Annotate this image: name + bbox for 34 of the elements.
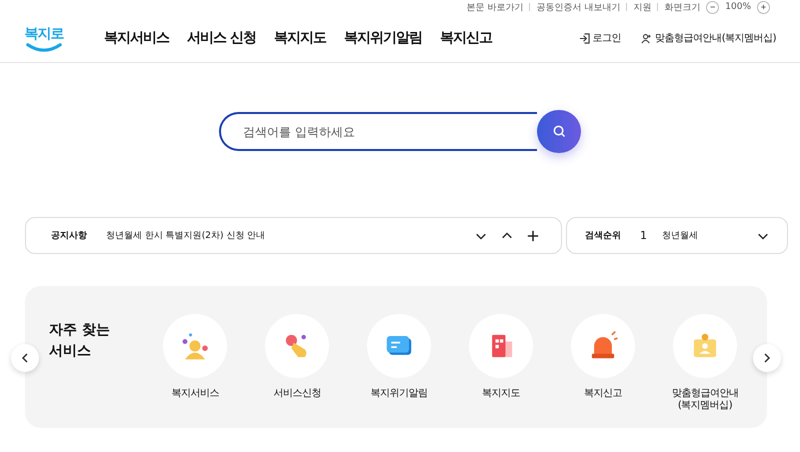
service-link[interactable]: 복지신고: [584, 388, 622, 400]
section-title: 자주 찾는 서비스: [49, 321, 111, 361]
nav-link[interactable]: 복지신고: [440, 29, 492, 47]
rank-label: 검색순위: [585, 230, 622, 242]
nav-link[interactable]: 복지지도: [274, 29, 326, 47]
service-link[interactable]: 복지지도: [482, 388, 520, 400]
service-link[interactable]: 맞춤형급여안내 (복지멤버십): [672, 388, 738, 412]
search-icon: [552, 124, 566, 139]
utility-link[interactable]: 공동인증서 내보내기: [536, 0, 620, 14]
rank-number: 1: [640, 229, 648, 242]
utility-link[interactable]: 지원: [633, 0, 652, 14]
plus-icon[interactable]: [527, 230, 539, 242]
service-link[interactable]: 복지서비스: [171, 388, 219, 400]
next-button[interactable]: [753, 344, 781, 372]
notice-link[interactable]: 청년월세 한시 특별지원(2차) 신청 안내: [106, 229, 266, 242]
increase-button[interactable]: +: [757, 0, 770, 14]
service-link[interactable]: 서비스신청: [273, 388, 321, 400]
login-icon: [578, 32, 590, 44]
utility-link[interactable]: 본문 바로가기: [466, 0, 524, 14]
user-add-icon: [641, 32, 652, 44]
font-size-label: 화면크기: [664, 2, 700, 14]
rank-term[interactable]: 청년월세: [662, 229, 698, 242]
nav-link[interactable]: 복지위기알림: [344, 29, 422, 47]
font-size-value: 100%: [725, 2, 751, 12]
search-field[interactable]: 검색어를 입력하세요: [219, 112, 537, 151]
decrease-button[interactable]: −: [706, 0, 720, 14]
nav-link[interactable]: 서비스 신청: [187, 29, 256, 47]
previous-button[interactable]: [11, 344, 39, 372]
nav-link[interactable]: 복지서비스: [104, 29, 169, 47]
login-link[interactable]: 로그인: [578, 31, 622, 45]
notice-label: 공지사항: [51, 230, 88, 242]
search-button[interactable]: [537, 110, 581, 153]
service-link[interactable]: 복지위기알림: [370, 388, 428, 400]
membership-link[interactable]: 맞춤형급여안내(복지멤버십): [641, 31, 776, 45]
